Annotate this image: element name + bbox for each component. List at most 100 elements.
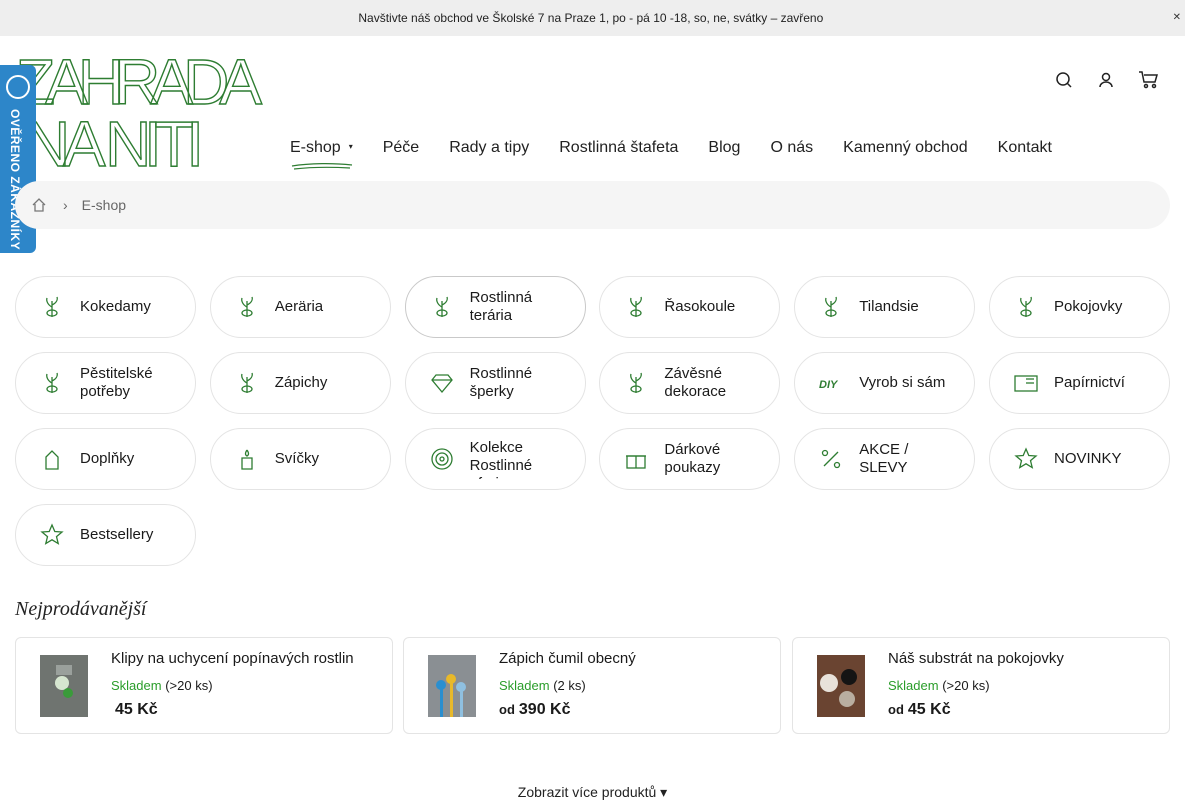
- category-tile[interactable]: Pěstitelské potřeby: [15, 352, 196, 414]
- category-label: Závěsné dekorace: [664, 365, 727, 400]
- section-title-bestsellers: Nejprodávanější: [15, 598, 147, 620]
- product-stock: Skladem (>20 ks): [111, 678, 213, 693]
- product-price: od 45 Kč: [888, 701, 951, 719]
- category-label: Rostlinná terária: [469, 289, 533, 324]
- price-prefix: od: [499, 702, 515, 717]
- star-icon: [38, 521, 66, 549]
- breadcrumb-current: E-shop: [81, 197, 127, 213]
- nav-label: Kontakt: [997, 139, 1052, 156]
- product-price: 45 Kč: [111, 701, 158, 719]
- house-icon: [38, 445, 66, 473]
- product-image[interactable]: [428, 655, 476, 717]
- trowel-icon: [38, 369, 66, 397]
- category-label: Dárkové poukazy: [664, 441, 721, 476]
- category-tile[interactable]: Kokedamy: [15, 276, 196, 338]
- product-image[interactable]: [40, 655, 88, 717]
- stock-qty: (>20 ks): [942, 678, 990, 693]
- category-tile[interactable]: Svíčky: [209, 428, 391, 490]
- product-card[interactable]: Klipy na uchycení popínavých rostlin Skl…: [15, 637, 393, 734]
- logo[interactable]: ZAHRADA NA NITI: [14, 46, 264, 172]
- category-tile[interactable]: Dárkové poukazy: [599, 428, 781, 490]
- badge-text: OVĚŘENO ZÁKAZNÍKY: [8, 109, 22, 251]
- category-tile[interactable]: Zápichy: [209, 352, 391, 414]
- category-tile[interactable]: Řasokoule: [599, 276, 781, 338]
- product-card[interactable]: Zápich čumil obecný Skladem (2 ks) od 390…: [403, 637, 781, 734]
- nav-label: Kamenný obchod: [843, 139, 968, 156]
- nav-active-underline: [291, 163, 353, 170]
- price-value: 45 Kč: [115, 701, 158, 718]
- nav-label: Rostlinná štafeta: [559, 139, 679, 156]
- category-tile[interactable]: AKCE / SLEVY: [794, 428, 976, 490]
- category-tile[interactable]: Aeräria: [209, 276, 391, 338]
- category-label: Řasokoule: [664, 298, 736, 315]
- category-tile[interactable]: Bestsellery: [15, 504, 196, 566]
- category-tile[interactable]: Pokojovky: [989, 276, 1170, 338]
- announcement-bar: Navštivte náš obchod ve Školské 7 na Pra…: [0, 0, 1185, 36]
- price-value: 390 Kč: [518, 701, 571, 718]
- category-label: Tilandsie: [859, 298, 919, 315]
- price-value: 45 Kč: [907, 701, 951, 718]
- home-icon[interactable]: [31, 197, 47, 213]
- nav-label: E-shop: [290, 139, 341, 156]
- category-tile[interactable]: Tilandsie: [794, 276, 976, 338]
- category-tile[interactable]: DIY Vyrob si sám: [794, 352, 976, 414]
- category-tile[interactable]: Doplňky: [15, 428, 196, 490]
- category-label: Pokojovky: [1054, 298, 1123, 315]
- product-price: od 390 Kč: [499, 701, 570, 719]
- close-icon[interactable]: ✕: [1173, 12, 1181, 23]
- nav-label: Rady a tipy: [449, 139, 530, 156]
- category-label: Papírnictví: [1054, 374, 1125, 391]
- nav-item-kontakt[interactable]: Kontakt: [998, 139, 1052, 157]
- aerarium-icon: [233, 293, 261, 321]
- category-label: AKCE / SLEVY: [859, 441, 909, 476]
- nav-item-blog[interactable]: Blog: [708, 139, 740, 157]
- nav-label: O nás: [770, 139, 814, 156]
- show-more-button[interactable]: Zobrazit více produktů ▾: [0, 784, 1185, 800]
- svg-text:DIY: DIY: [819, 379, 839, 391]
- product-name[interactable]: Zápich čumil obecný: [499, 650, 636, 667]
- badge-seal-icon: [6, 75, 30, 99]
- announcement-text: Navštivte náš obchod ve Školské 7 na Pra…: [346, 11, 839, 25]
- nav-item-pece[interactable]: Péče: [383, 139, 419, 157]
- stock-status: Skladem: [111, 678, 162, 693]
- category-label: Pěstitelské potřeby: [80, 365, 153, 400]
- nav-item-rady[interactable]: Rady a tipy: [449, 139, 529, 157]
- nav-item-stafeta[interactable]: Rostlinná štafeta: [559, 139, 678, 157]
- cart-icon[interactable]: [1138, 70, 1160, 90]
- gift-icon: [622, 445, 650, 473]
- product-image[interactable]: [817, 655, 865, 717]
- percent-icon: [817, 445, 845, 473]
- hanging-ornament-icon: [622, 369, 650, 397]
- product-name[interactable]: Náš substrát na pokojovky: [888, 650, 1064, 667]
- tillandsia-icon: [817, 293, 845, 321]
- category-label: Kokedamy: [80, 298, 151, 315]
- logo-line2: NA NITI: [24, 108, 204, 172]
- price-prefix: od: [888, 702, 904, 717]
- stock-qty: (2 ks): [553, 678, 586, 693]
- nav-item-obchod[interactable]: Kamenný obchod: [843, 139, 968, 157]
- search-icon[interactable]: [1054, 70, 1074, 90]
- user-icon[interactable]: [1096, 70, 1116, 90]
- category-tile[interactable]: Kolekce Rostlinné aforimy: [404, 428, 586, 490]
- category-tile[interactable]: NOVINKY: [989, 428, 1170, 490]
- category-label: Bestsellery: [80, 526, 154, 543]
- product-name[interactable]: Klipy na uchycení popínavých rostlin: [111, 650, 354, 667]
- category-tile[interactable]: Rostlinné šperky: [404, 352, 586, 414]
- category-tile[interactable]: Závěsné dekorace: [599, 352, 781, 414]
- nav-item-onas[interactable]: O nás: [770, 139, 813, 157]
- stock-qty: (>20 ks): [165, 678, 213, 693]
- header-actions: [1054, 70, 1160, 90]
- nav-item-eshop[interactable]: E-shop ▾: [290, 139, 353, 170]
- category-tile[interactable]: Papírnictví: [989, 352, 1170, 414]
- category-label: Aeräria: [274, 298, 324, 315]
- product-card[interactable]: Náš substrát na pokojovky Skladem (>20 k…: [792, 637, 1170, 734]
- stock-status: Skladem: [888, 678, 939, 693]
- spiral-icon: [428, 445, 456, 473]
- category-label: Vyrob si sám: [859, 374, 946, 391]
- category-label: Rostlinné šperky: [469, 365, 533, 400]
- plant-stake-icon: [233, 369, 261, 397]
- category-label: Zápichy: [274, 374, 328, 391]
- leaf-icon: [1012, 293, 1040, 321]
- category-tile[interactable]: Rostlinná terária: [404, 276, 586, 338]
- terrarium-icon: [428, 293, 456, 321]
